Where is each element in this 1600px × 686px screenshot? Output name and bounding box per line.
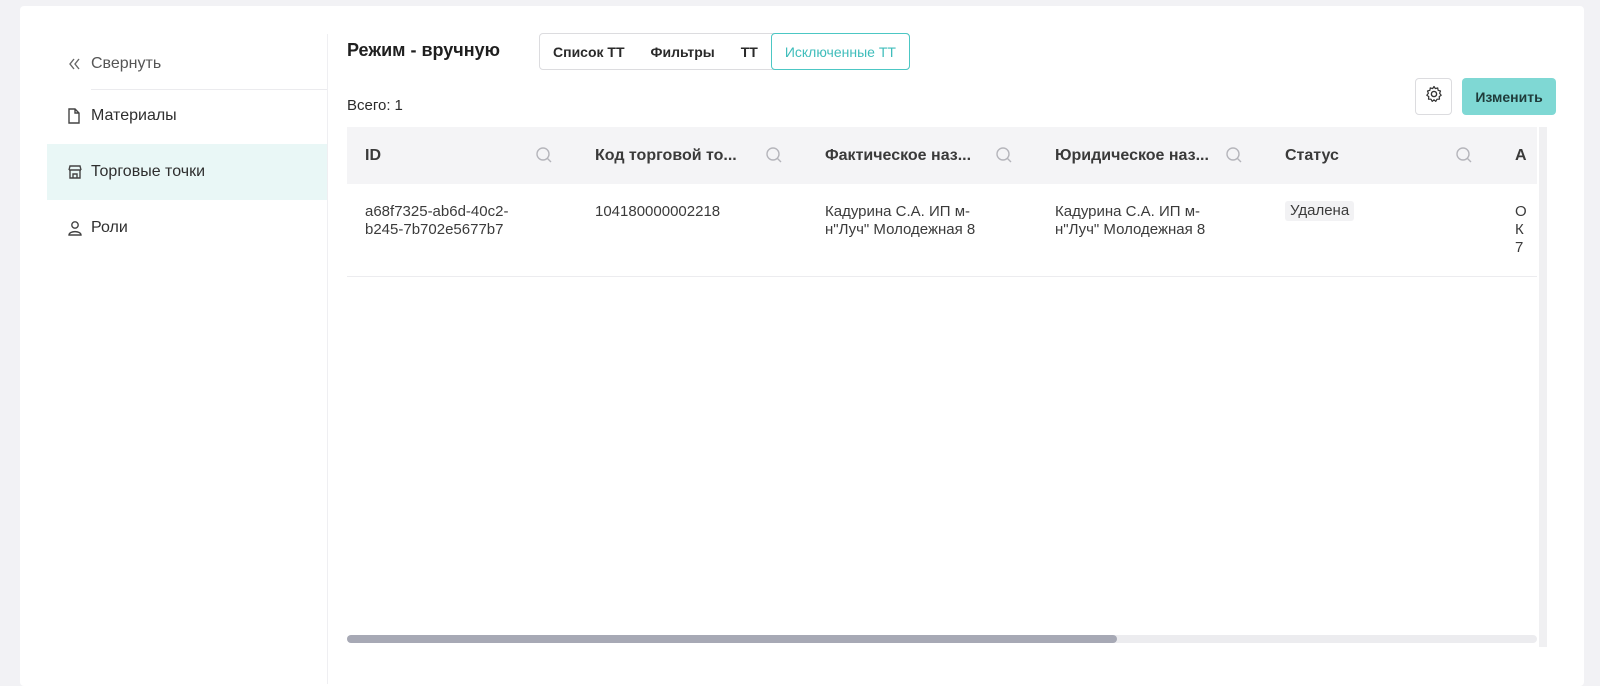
tab-tt-list[interactable]: Список ТТ [540,34,638,69]
table-row[interactable]: a68f7325-ab6d-40c2-b245-7b702e5677b7 104… [347,184,1537,277]
column-header-legal-name: Юридическое наз... [1055,127,1267,184]
edit-button[interactable]: Изменить [1462,78,1556,115]
trade-points-table: ID Код торговой то... Фактическое наз...… [347,127,1537,627]
main-card: Свернуть Материалы Торговые точки Роли Р… [20,6,1584,686]
total-value: 1 [394,97,403,114]
store-icon [67,164,91,180]
column-header-actual-name: Фактическое наз... [825,127,1037,184]
cell-status: Удалена [1285,201,1355,221]
column-header-status: Статус [1285,127,1497,184]
total-count: Всего: 1 [347,97,403,114]
search-icon[interactable] [1455,146,1473,169]
vertical-scrollbar[interactable] [1539,127,1547,647]
tab-group: Список ТТ Фильтры ТТ Исключенные ТТ [539,33,910,70]
search-icon[interactable] [765,146,783,169]
sidebar-item-label: Роли [91,219,128,236]
double-chevron-left-icon [67,57,91,71]
gear-icon [1425,85,1443,108]
sidebar-item-roles[interactable]: Роли [47,200,327,256]
column-header-id: ID [365,127,577,184]
column-header-address: А [1515,146,1527,164]
horizontal-scrollbar-thumb[interactable] [347,635,1117,643]
sidebar-divider [327,34,328,684]
settings-button[interactable] [1415,78,1452,115]
sidebar-item-trade-points[interactable]: Торговые точки [47,144,327,200]
cell-code: 104180000002218 [595,203,721,220]
horizontal-scrollbar[interactable] [347,635,1537,643]
search-icon[interactable] [535,146,553,169]
table-header: ID Код торговой то... Фактическое наз...… [347,127,1537,184]
column-header-code: Код торговой то... [595,127,807,184]
total-label: Всего: [347,97,391,114]
sidebar-item-label: Торговые точки [91,163,206,180]
collapse-label: Свернуть [91,55,162,72]
sidebar-item-label: Материалы [91,107,177,124]
cell-actual-name: Кадурина С.А. ИП м-н"Луч" Молодежная 8 [825,203,976,238]
cell-address: О К 7 [1515,203,1527,256]
cell-id: a68f7325-ab6d-40c2-b245-7b702e5677b7 [365,203,509,238]
tab-filters[interactable]: Фильтры [638,34,728,69]
page-title: Режим - вручную [347,40,501,60]
tab-excluded-tt[interactable]: Исключенные ТТ [770,33,910,70]
user-icon [67,220,91,236]
sidebar: Свернуть Материалы Торговые точки Роли [47,6,327,686]
status-badge: Удалена [1285,201,1355,221]
file-icon [67,108,91,124]
sidebar-item-materials[interactable]: Материалы [47,88,327,144]
search-icon[interactable] [995,146,1013,169]
cell-legal-name: Кадурина С.А. ИП м-н"Луч" Молодежная 8 [1055,203,1206,238]
search-icon[interactable] [1225,146,1243,169]
collapse-button[interactable]: Свернуть [67,46,161,82]
tab-tt[interactable]: ТТ [728,34,771,69]
